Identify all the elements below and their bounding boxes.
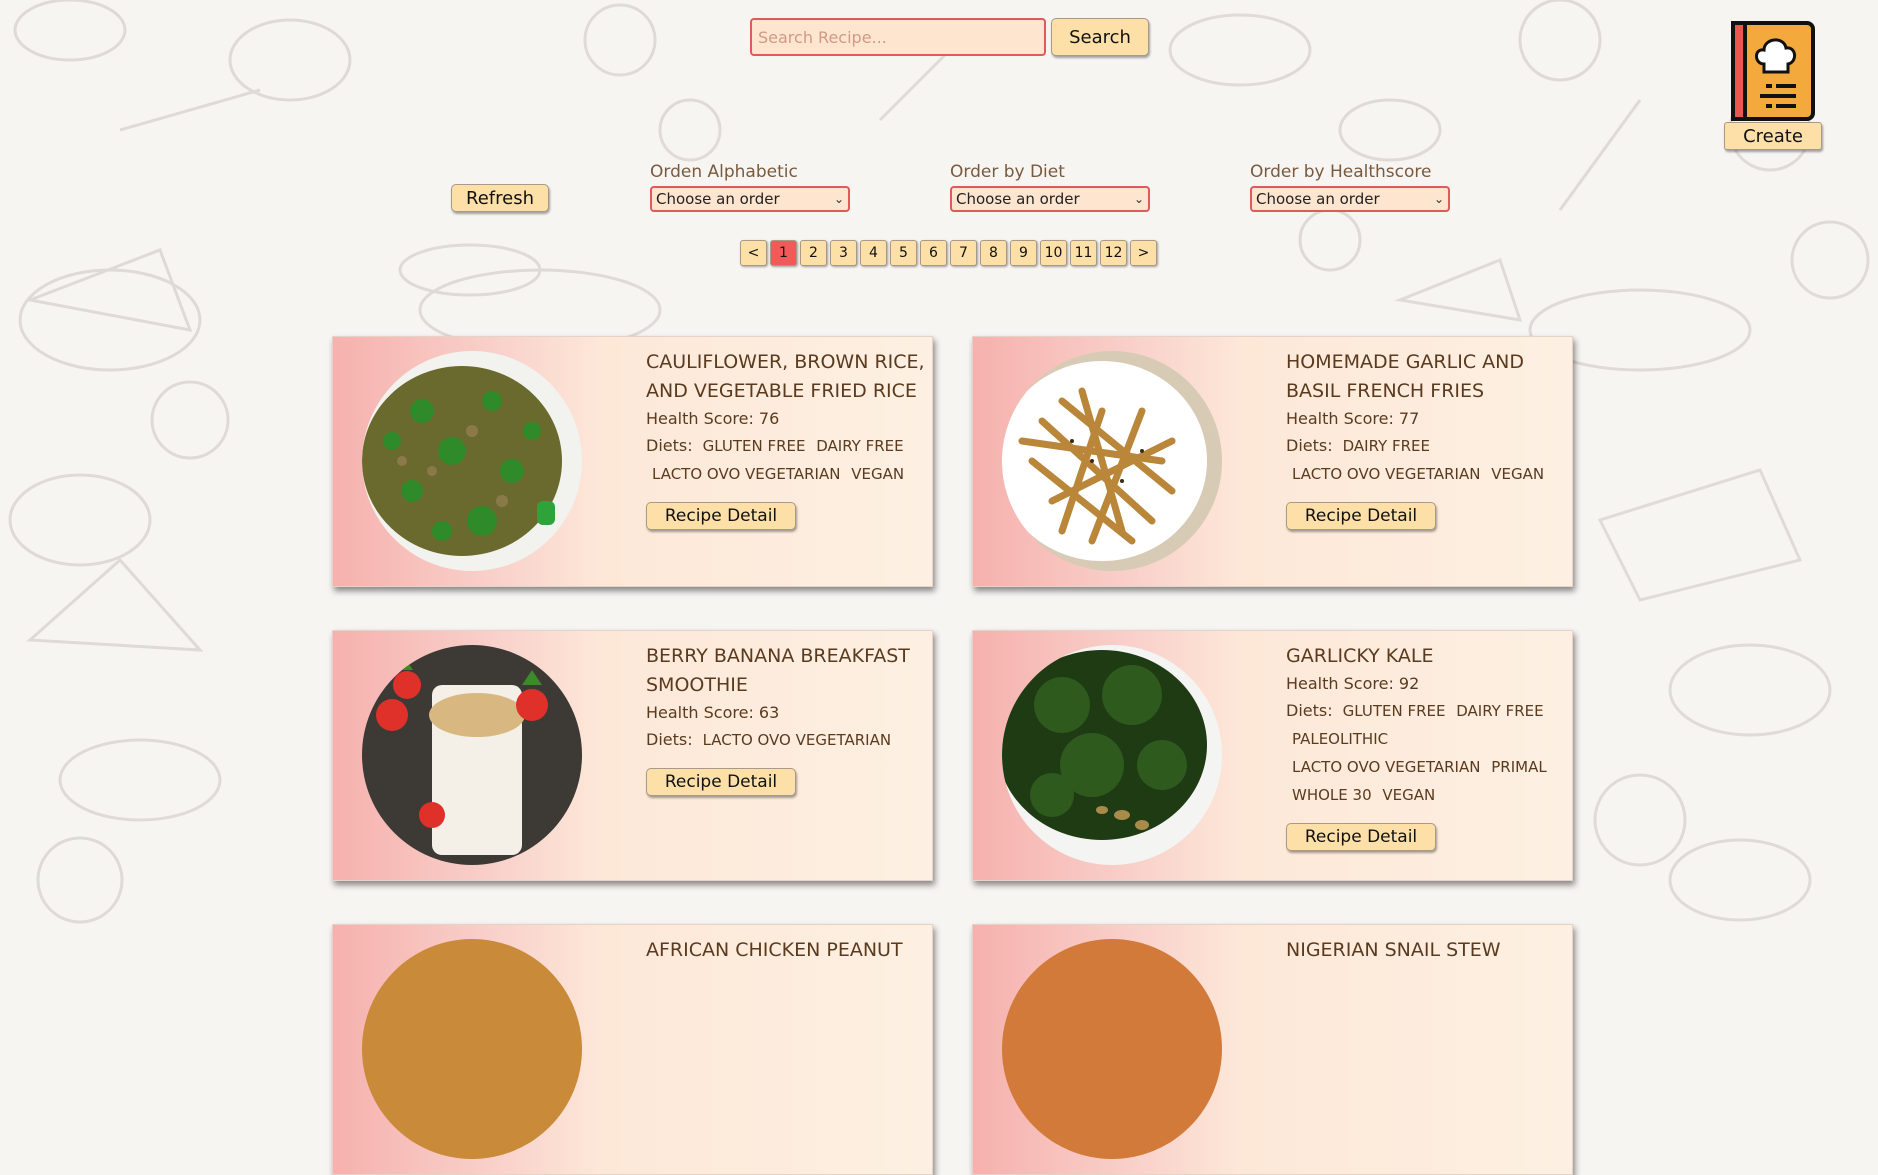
diet-tag: DAIRY FREE bbox=[816, 437, 904, 455]
recipe-card: NIGERIAN SNAIL STEW bbox=[972, 924, 1573, 1175]
create-button[interactable]: Create bbox=[1724, 122, 1822, 150]
search-input[interactable] bbox=[750, 18, 1046, 56]
diet-tag: DAIRY FREE bbox=[1456, 702, 1544, 720]
diet-tag: LACTO OVO VEGETARIAN bbox=[1292, 465, 1481, 483]
healthscore-order-value: Choose an order bbox=[1256, 190, 1380, 208]
diets-label: Diets: bbox=[1286, 436, 1333, 455]
recipe-detail-button[interactable]: Recipe Detail bbox=[646, 502, 796, 530]
diet-tag: PALEOLITHIC bbox=[1292, 730, 1389, 748]
fried-rice-photo bbox=[362, 351, 582, 571]
recipe-title: GARLICKY KALE bbox=[1286, 645, 1434, 667]
recipe-card: HOMEMADE GARLIC AND BASIL FRENCH FRIES H… bbox=[972, 336, 1573, 587]
recipe-detail-button[interactable]: Recipe Detail bbox=[646, 768, 796, 796]
recipe-card: BERRY BANANA BREAKFAST SMOOTHIE Health S… bbox=[332, 630, 933, 881]
refresh-button[interactable]: Refresh bbox=[451, 184, 549, 212]
diet-tag: PRIMAL bbox=[1491, 758, 1547, 776]
page-button[interactable]: 6 bbox=[920, 240, 947, 266]
diet-order-value: Choose an order bbox=[956, 190, 1080, 208]
diets-list: Diets: DAIRY FREE LACTO OVO VEGETARIAN VE… bbox=[1286, 432, 1566, 488]
alphabetic-order-select[interactable]: Choose an order ⌄ bbox=[650, 186, 850, 212]
page-button[interactable]: 4 bbox=[860, 240, 887, 266]
page-button[interactable]: 10 bbox=[1040, 240, 1067, 266]
diet-tag: LACTO OVO VEGETARIAN bbox=[652, 465, 841, 483]
diets-list: Diets: LACTO OVO VEGETARIAN bbox=[646, 726, 926, 754]
diets-list: Diets: GLUTEN FREE DAIRY FREE PALEOLITHIC… bbox=[1286, 697, 1566, 809]
alphabetic-order-value: Choose an order bbox=[656, 190, 780, 208]
diet-tag: WHOLE 30 bbox=[1292, 786, 1372, 804]
page-button[interactable]: 12 bbox=[1100, 240, 1127, 266]
health-score: Health Score: 77 bbox=[1286, 409, 1420, 428]
healthscore-order-select[interactable]: Choose an order ⌄ bbox=[1250, 186, 1450, 212]
page-button[interactable]: 8 bbox=[980, 240, 1007, 266]
chicken-peanut-photo bbox=[362, 939, 582, 1159]
smoothie-photo bbox=[362, 645, 582, 865]
recipe-card: AFRICAN CHICKEN PEANUT bbox=[332, 924, 933, 1175]
recipe-detail-button[interactable]: Recipe Detail bbox=[1286, 823, 1436, 851]
recipe-title: BERRY BANANA BREAKFAST SMOOTHIE bbox=[646, 645, 910, 696]
food-doodle-background bbox=[8, 0, 1870, 924]
diet-tag: VEGAN bbox=[1382, 786, 1436, 804]
search-button[interactable]: Search bbox=[1051, 18, 1149, 56]
page-button[interactable]: 2 bbox=[800, 240, 827, 266]
page-button[interactable]: 9 bbox=[1010, 240, 1037, 266]
recipe-title: AFRICAN CHICKEN PEANUT bbox=[646, 939, 903, 961]
health-score: Health Score: 63 bbox=[646, 703, 780, 722]
recipe-card: CAULIFLOWER, BROWN RICE, AND VEGETABLE F… bbox=[332, 336, 933, 587]
diet-tag: GLUTEN FREE bbox=[1342, 702, 1446, 720]
diet-tag: LACTO OVO VEGETARIAN bbox=[1292, 758, 1481, 776]
recipe-title: HOMEMADE GARLIC AND BASIL FRENCH FRIES bbox=[1286, 351, 1524, 402]
kale-photo bbox=[1002, 645, 1222, 865]
chevron-down-icon: ⌄ bbox=[833, 192, 844, 206]
health-score: Health Score: 76 bbox=[646, 409, 780, 428]
diet-tag: VEGAN bbox=[1491, 465, 1545, 483]
diet-order-label: Order by Diet bbox=[950, 162, 1065, 182]
page-button[interactable]: 3 bbox=[830, 240, 857, 266]
snail-stew-photo bbox=[1002, 939, 1222, 1159]
diet-tag: LACTO OVO VEGETARIAN bbox=[702, 731, 892, 749]
diets-label: Diets: bbox=[1286, 701, 1333, 720]
diet-tag: GLUTEN FREE bbox=[702, 437, 806, 455]
french-fries-photo bbox=[1002, 351, 1222, 571]
recipe-detail-button[interactable]: Recipe Detail bbox=[1286, 502, 1436, 530]
diets-label: Diets: bbox=[646, 436, 693, 455]
recipe-book-chef-hat-icon[interactable] bbox=[1730, 20, 1816, 122]
chevron-down-icon: ⌄ bbox=[1433, 192, 1444, 206]
page-prev-button[interactable]: < bbox=[740, 240, 767, 266]
page-button[interactable]: 11 bbox=[1070, 240, 1097, 266]
chevron-down-icon: ⌄ bbox=[1133, 192, 1144, 206]
health-score: Health Score: 92 bbox=[1286, 674, 1420, 693]
healthscore-order-label: Order by Healthscore bbox=[1250, 162, 1432, 182]
diet-tag: DAIRY FREE bbox=[1342, 437, 1430, 455]
recipe-title: CAULIFLOWER, BROWN RICE, AND VEGETABLE F… bbox=[646, 351, 925, 402]
diet-order-select[interactable]: Choose an order ⌄ bbox=[950, 186, 1150, 212]
diet-tag: VEGAN bbox=[851, 465, 905, 483]
page-button[interactable]: 1 bbox=[770, 240, 797, 266]
recipe-title: NIGERIAN SNAIL STEW bbox=[1286, 939, 1501, 961]
diets-label: Diets: bbox=[646, 730, 693, 749]
alphabetic-order-label: Orden Alphabetic bbox=[650, 162, 798, 182]
recipe-card: GARLICKY KALE Health Score: 92 Diets: GLU… bbox=[972, 630, 1573, 881]
diets-list: Diets: GLUTEN FREE DAIRY FREE LACTO OVO V… bbox=[646, 432, 926, 488]
page-next-button[interactable]: > bbox=[1130, 240, 1157, 266]
pagination: < 1 2 3 4 5 6 7 8 9 10 11 12 > bbox=[740, 240, 1157, 266]
page-button[interactable]: 5 bbox=[890, 240, 917, 266]
page-button[interactable]: 7 bbox=[950, 240, 977, 266]
